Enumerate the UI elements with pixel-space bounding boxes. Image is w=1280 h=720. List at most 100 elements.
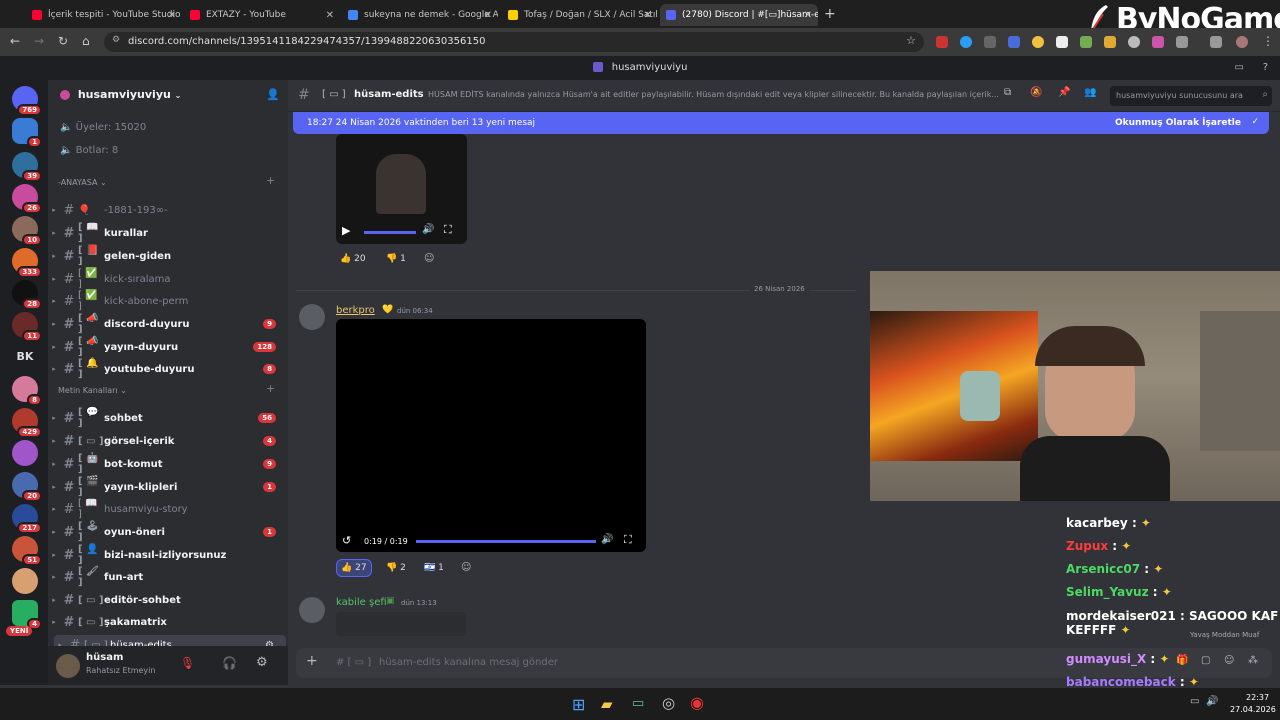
network-icon[interactable]: ▭ bbox=[1190, 696, 1199, 707]
extension-icon[interactable] bbox=[1152, 36, 1164, 48]
extension-icon[interactable] bbox=[1056, 36, 1068, 48]
server-icon[interactable]: 28 bbox=[12, 280, 42, 310]
search-input[interactable]: husamviyuviyu sunucusunu ara ⌕ bbox=[1110, 86, 1272, 106]
avatar[interactable] bbox=[299, 597, 325, 623]
inbox-icon[interactable]: ▭ bbox=[1235, 56, 1244, 80]
tab-youtube[interactable]: EXTAZY - YouTube ✕ bbox=[184, 4, 340, 26]
extension-new-icon[interactable] bbox=[984, 36, 996, 48]
avatar[interactable] bbox=[56, 654, 80, 678]
chrome-icon[interactable]: ◉ bbox=[690, 693, 704, 712]
channel-item[interactable]: ▸ #[ 🤖 ] bot-komut 9 bbox=[48, 453, 288, 475]
extension-icon[interactable] bbox=[960, 36, 972, 48]
mark-as-read-button[interactable]: Okunmuş Olarak İşaretle bbox=[1115, 118, 1241, 128]
category-anayasa[interactable]: -ANAYASA ⌄ bbox=[58, 178, 107, 187]
channel-item[interactable]: ▸ #[ 📣 ] discord-duyuru 9 bbox=[48, 313, 288, 335]
close-icon[interactable]: ✕ bbox=[484, 10, 492, 21]
fullscreen-icon[interactable]: ⛶ bbox=[444, 223, 452, 237]
headphones-icon[interactable]: 🎧 bbox=[222, 656, 237, 670]
forward-icon[interactable]: → bbox=[34, 34, 44, 48]
file-explorer-icon[interactable]: ▰ bbox=[601, 695, 613, 713]
extension-icon[interactable] bbox=[1128, 36, 1140, 48]
direct-messages-button[interactable]: 769 bbox=[12, 86, 42, 116]
channel-item[interactable]: ▸ #[ 📖 ] kurallar bbox=[48, 222, 288, 244]
volume-icon[interactable]: 🔊 bbox=[601, 534, 613, 545]
server-icon[interactable]: 26 bbox=[12, 184, 42, 214]
threads-icon[interactable]: ⧉ bbox=[1004, 87, 1011, 98]
video-player[interactable]: ▶ 🔊 ⛶ bbox=[336, 134, 467, 244]
video-progress[interactable] bbox=[416, 540, 596, 543]
invite-people-icon[interactable]: 👤 bbox=[266, 88, 280, 101]
close-icon[interactable]: ✕ bbox=[168, 10, 176, 21]
reload-icon[interactable]: ↻ bbox=[58, 34, 68, 48]
server-icon[interactable]: 1 bbox=[12, 118, 42, 148]
channel-item[interactable]: ▸ #[ ▭ ] editör-sohbet bbox=[48, 590, 288, 610]
member-list-icon[interactable]: 👥 bbox=[1084, 87, 1096, 98]
bookmark-star-icon[interactable]: ☆ bbox=[906, 34, 916, 47]
adblock-icon[interactable] bbox=[936, 36, 948, 48]
category-metin-kanallari[interactable]: Metin Kanalları ⌄ bbox=[58, 386, 127, 395]
channel-item[interactable]: ▸ #[ 👤 ] bizi-nasıl-izliyorsunuz bbox=[48, 544, 288, 566]
tab-discord[interactable]: (2780) Discord | #[▭]hüsam-e ✕ bbox=[660, 4, 818, 26]
reaction-thumbs-up[interactable]: 👍 20 bbox=[336, 250, 370, 268]
server-icon[interactable]: 217 bbox=[12, 504, 42, 534]
channel-item[interactable]: ▸ #[ ✅ ] kick-abone-perm bbox=[48, 290, 288, 312]
play-icon[interactable]: ▶ bbox=[342, 224, 350, 237]
channel-item[interactable]: ▸ #[ ▭ ] şakamatrix bbox=[48, 612, 288, 632]
server-icon-bk[interactable]: BK bbox=[12, 344, 38, 370]
media-icon[interactable] bbox=[1210, 36, 1222, 48]
address-bar[interactable]: ⚙ discord.com/channels/13951411842294743… bbox=[104, 32, 924, 52]
server-icon[interactable]: 51 bbox=[12, 536, 42, 566]
avatar[interactable] bbox=[299, 304, 325, 330]
server-icon[interactable]: 10 bbox=[12, 216, 42, 246]
extensions-puzzle-icon[interactable] bbox=[1176, 36, 1188, 48]
replay-icon[interactable]: ↺ bbox=[342, 534, 351, 547]
channel-item[interactable]: ▸ #[ 📣 ] yayın-duyuru 128 bbox=[48, 336, 288, 358]
reaction-thumbs-down[interactable]: 👎 2 bbox=[382, 559, 410, 577]
message-author[interactable]: berkpro bbox=[336, 305, 375, 316]
channel-item[interactable]: ▸ # 🎈 -1881-193∞- bbox=[48, 200, 288, 220]
channel-item[interactable]: ▸ #[ ▭ ] görsel-içerik 4 bbox=[48, 431, 288, 451]
notification-muted-icon[interactable]: 🔕 bbox=[1030, 87, 1042, 98]
channel-item[interactable]: ▸ #[ 📕 ] gelen-giden bbox=[48, 245, 288, 267]
channel-item[interactable]: ▸ #[ 💬 ] sohbet 56 bbox=[48, 407, 288, 429]
extension-icon[interactable] bbox=[1008, 36, 1020, 48]
channel-item[interactable]: ▸ #[ 🕹 ] oyun-öneri 1 bbox=[48, 521, 288, 543]
attachment-preview[interactable] bbox=[336, 612, 466, 636]
close-icon[interactable]: ✕ bbox=[804, 10, 812, 21]
tab-google[interactable]: sukeyna ne demek - Google Al ✕ bbox=[342, 4, 498, 26]
profile-avatar[interactable] bbox=[1236, 36, 1248, 48]
add-reaction-icon[interactable]: ☺ bbox=[461, 562, 471, 573]
extension-icon[interactable] bbox=[1032, 36, 1044, 48]
settings-gear-icon[interactable]: ⚙ bbox=[256, 655, 268, 670]
obs-icon[interactable]: ◎ bbox=[662, 694, 675, 712]
channel-item[interactable]: ▸ #[ ✅ ] kick-sıralama bbox=[48, 268, 288, 290]
volume-icon[interactable]: 🔊 bbox=[422, 224, 434, 235]
channel-item[interactable]: ▸ #[ 📖 ] husamviyu-story bbox=[48, 498, 288, 520]
close-icon[interactable]: ✕ bbox=[644, 10, 652, 21]
muted-mic-icon[interactable]: 🎙 bbox=[180, 656, 195, 670]
back-icon[interactable]: ← bbox=[10, 34, 20, 48]
tab-sahibinden[interactable]: Tofaş / Doğan / SLX / Acil Satılık ✕ bbox=[502, 4, 658, 26]
channel-item[interactable]: ▸ #[ 🖌 ] fun-art bbox=[48, 566, 288, 588]
server-icon[interactable]: 8 bbox=[12, 376, 42, 406]
add-channel-icon[interactable]: + bbox=[266, 174, 275, 187]
add-channel-icon[interactable]: + bbox=[266, 382, 275, 395]
fullscreen-icon[interactable]: ⛶ bbox=[624, 533, 632, 547]
volume-icon[interactable]: 🔊 bbox=[1206, 696, 1218, 707]
help-icon[interactable]: ? bbox=[1263, 56, 1268, 80]
close-icon[interactable]: ✕ bbox=[326, 10, 334, 21]
pin-icon[interactable]: 📌 bbox=[1058, 87, 1070, 98]
server-icon[interactable]: 39 bbox=[12, 152, 42, 182]
server-icon[interactable] bbox=[12, 568, 38, 594]
add-attachment-icon[interactable]: + bbox=[306, 653, 318, 669]
tab-youtube-studio[interactable]: İçerik tespiti - YouTube Studio ✕ bbox=[26, 4, 182, 26]
reaction-thumbs-up[interactable]: 👍 27 bbox=[336, 559, 372, 577]
home-icon[interactable]: ⌂ bbox=[82, 34, 90, 48]
new-tab-icon[interactable]: + bbox=[824, 6, 836, 22]
channel-item[interactable]: ▸ #[ 🔔 ] youtube-duyuru 8 bbox=[48, 358, 288, 380]
channel-topic[interactable]: HÜSAM EDİTS kanalında yalnızca Hüsam'a a… bbox=[428, 90, 998, 99]
message-author[interactable]: kabile şefi bbox=[336, 597, 387, 608]
server-icon[interactable]: 333 bbox=[12, 248, 42, 278]
server-icon[interactable]: 4 bbox=[12, 600, 42, 630]
extension-icon[interactable] bbox=[1104, 36, 1116, 48]
